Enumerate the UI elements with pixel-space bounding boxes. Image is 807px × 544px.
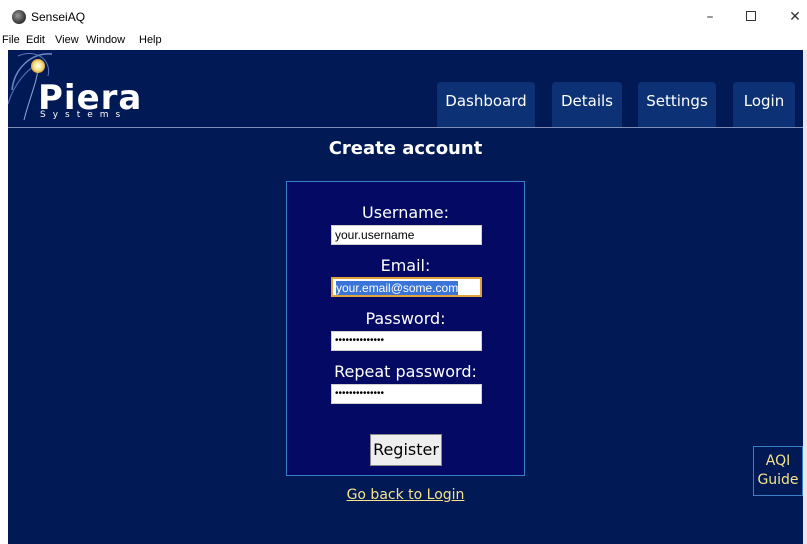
email-input[interactable]: your.email@some.com [331, 277, 482, 297]
minimize-button[interactable]: – [693, 6, 727, 28]
app-icon [12, 10, 26, 24]
aqi-guide-button[interactable]: AQI Guide [753, 446, 803, 496]
piera-logo: Piera Systems [8, 50, 148, 128]
scrollbar[interactable] [803, 50, 807, 544]
register-button[interactable]: Register [370, 434, 442, 466]
maximize-icon [746, 10, 756, 21]
logo-subtitle: Systems [40, 110, 128, 120]
create-account-form: Username: your.username Email: your.emai… [286, 181, 525, 476]
back-to-login-text[interactable]: Go back to Login [347, 487, 465, 503]
menu-bar: File Edit View Window Help [0, 32, 807, 50]
aqi-guide-line2: Guide [757, 472, 799, 488]
app-content: Piera Systems Dashboard Details Settings… [8, 50, 803, 544]
back-to-login-link: Go back to Login [8, 487, 803, 503]
aqi-guide-line1: AQI [765, 453, 791, 469]
menu-file[interactable]: File [2, 34, 20, 46]
menu-help[interactable]: Help [139, 34, 162, 46]
close-button[interactable]: ✕ [778, 6, 807, 28]
tab-settings[interactable]: Settings [638, 82, 716, 127]
menu-edit[interactable]: Edit [26, 34, 45, 46]
window-title: SenseiAQ [31, 10, 86, 24]
email-selected-text: your.email@some.com [336, 281, 459, 295]
title-bar: SenseiAQ – ✕ [0, 0, 807, 32]
username-input[interactable]: your.username [331, 225, 482, 245]
password-label: Password: [365, 309, 446, 328]
menu-window[interactable]: Window [86, 34, 125, 46]
tab-login[interactable]: Login [733, 82, 795, 127]
page-title: Create account [328, 138, 483, 159]
tab-details[interactable]: Details [552, 82, 622, 127]
email-label: Email: [380, 256, 431, 275]
tab-dashboard[interactable]: Dashboard [437, 82, 535, 127]
password-input[interactable]: •••••••••••••• [331, 331, 482, 351]
header: Piera Systems Dashboard Details Settings… [8, 50, 803, 128]
repeat-password-label: Repeat password: [334, 362, 477, 381]
maximize-button[interactable] [734, 6, 768, 28]
username-label: Username: [362, 203, 449, 222]
menu-view[interactable]: View [55, 34, 79, 46]
repeat-password-input[interactable]: •••••••••••••• [331, 384, 482, 404]
